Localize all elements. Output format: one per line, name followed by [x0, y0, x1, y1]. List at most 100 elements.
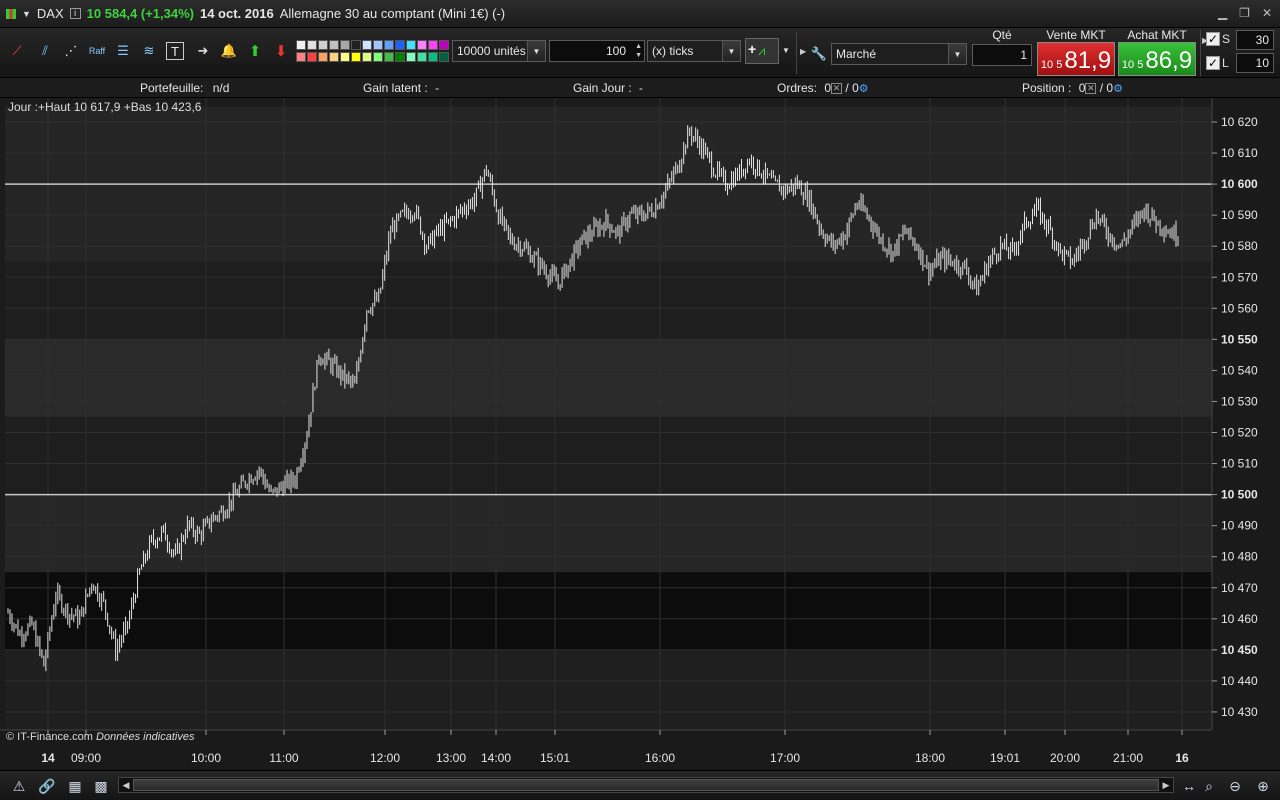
limit-input[interactable]: 10	[1236, 53, 1274, 73]
y-tick-label: 10 510	[1221, 457, 1258, 471]
restore-icon[interactable]: ❐	[1239, 6, 1250, 20]
symbol-label[interactable]: DAX	[37, 6, 64, 21]
palette-swatch[interactable]	[362, 52, 372, 62]
palette-swatch[interactable]	[318, 52, 328, 62]
portfolio-label: Portefeuille:	[140, 81, 204, 95]
palette-swatch[interactable]	[362, 40, 372, 50]
close-icon[interactable]: ✕	[1262, 6, 1272, 20]
limit-checkbox[interactable]: ✓	[1206, 56, 1220, 70]
minimize-icon[interactable]: ▁	[1218, 6, 1227, 20]
color-palette[interactable]	[296, 40, 450, 64]
chevron-down-icon[interactable]: ▼	[948, 44, 966, 64]
palette-swatch[interactable]	[351, 52, 361, 62]
palette-swatch[interactable]	[384, 52, 394, 62]
palette-swatch[interactable]	[296, 52, 306, 62]
text-tool-icon[interactable]: T	[166, 42, 184, 60]
copyright-text: © IT-Finance.com Données indicatives	[6, 731, 194, 743]
instrument-chart-icon[interactable]	[6, 8, 16, 19]
palette-swatch[interactable]	[340, 40, 350, 50]
palette-swatch[interactable]	[439, 40, 449, 50]
order-type-select[interactable]: Marché ▼	[831, 43, 967, 65]
line-tool-icon[interactable]: ⟋	[6, 40, 28, 62]
chart-style-button[interactable]: + ⩘	[745, 38, 779, 64]
expand-arrow-icon[interactable]: ▶	[800, 47, 806, 56]
palette-swatch[interactable]	[417, 52, 427, 62]
palette-swatch[interactable]	[439, 52, 449, 62]
scroll-right-icon[interactable]: ▶	[1159, 778, 1173, 792]
y-tick-label: 10 460	[1221, 612, 1258, 626]
y-tick-label: 10 560	[1221, 301, 1258, 315]
fibonacci-tool-icon[interactable]: ⋰	[60, 40, 82, 62]
zoom-in-icon[interactable]: ⊕	[1254, 777, 1272, 795]
zoom-fit-icon[interactable]: ⌕	[1200, 777, 1218, 795]
position-info[interactable]: Position : 0 ✕ / 0⚙	[1022, 81, 1123, 95]
chevron-down-icon[interactable]: ▼	[782, 46, 790, 55]
x-tick-label: 18:00	[915, 751, 945, 765]
screenshot-icon[interactable]: ▦	[66, 777, 84, 795]
palette-swatch[interactable]	[296, 40, 306, 50]
info-icon[interactable]: i	[69, 8, 81, 19]
palette-swatch[interactable]	[428, 52, 438, 62]
palette-swatch[interactable]	[417, 40, 427, 50]
record-icon[interactable]: ▩	[92, 777, 110, 795]
time-scrollbar[interactable]: ◀ ▶	[118, 777, 1174, 793]
scroll-left-icon[interactable]: ◀	[119, 778, 133, 792]
palette-swatch[interactable]	[340, 52, 350, 62]
ticks-unit-select[interactable]: (x) ticks ▼	[647, 40, 741, 62]
x-tick-label: 12:00	[370, 751, 400, 765]
buy-label: Achat MKT	[1127, 28, 1187, 42]
scrollbar-thumb[interactable]	[133, 779, 1159, 791]
stop-input[interactable]: 30	[1236, 30, 1274, 50]
gann-tool-icon[interactable]: ≋	[138, 40, 160, 62]
y-tick-label: 10 500	[1221, 488, 1258, 502]
palette-swatch[interactable]	[318, 40, 328, 50]
palette-swatch[interactable]	[329, 52, 339, 62]
palette-swatch[interactable]	[351, 40, 361, 50]
qty-input[interactable]: 1	[972, 44, 1032, 66]
sell-market-button[interactable]: 10 5 81,9	[1037, 42, 1115, 76]
stepper-arrows-icon[interactable]: ▲ ▼	[635, 42, 642, 60]
arrow-tool-icon[interactable]: ➜	[192, 40, 214, 62]
chevron-down-icon[interactable]: ▼	[527, 41, 545, 61]
orders-info[interactable]: Ordres: 0 ✕ / 0⚙	[777, 81, 869, 95]
cancel-orders-icon[interactable]: ✕	[831, 83, 843, 95]
portfolio-info: Portefeuille: n/d	[140, 81, 229, 95]
palette-swatch[interactable]	[406, 40, 416, 50]
palette-swatch[interactable]	[428, 40, 438, 50]
wrench-icon[interactable]: 🔧	[808, 43, 830, 65]
latent-gain-info: Gain latent : -	[363, 81, 439, 95]
retracement-tool-icon[interactable]: Raff	[86, 40, 108, 62]
fan-tool-icon[interactable]: ☰	[112, 40, 134, 62]
palette-swatch[interactable]	[373, 52, 383, 62]
trend-channel-icon[interactable]: ⫽	[34, 40, 56, 62]
y-tick-label: 10 610	[1221, 146, 1258, 160]
price-chart[interactable]: 10 430 10 440 10 450 10 460 10 470 10 480 10 4…	[0, 98, 1280, 770]
palette-swatch[interactable]	[395, 40, 405, 50]
gear-icon[interactable]: ⚙	[1113, 83, 1123, 95]
quantity-units-select[interactable]: 10000 unités ▼	[452, 40, 546, 62]
buy-arrow-icon[interactable]: ⬆	[244, 40, 266, 62]
close-position-icon[interactable]: ✕	[1085, 83, 1097, 95]
gear-icon[interactable]: ⚙	[859, 83, 869, 95]
palette-swatch[interactable]	[395, 52, 405, 62]
link-icon[interactable]: 🔗	[38, 777, 56, 795]
palette-swatch[interactable]	[307, 40, 317, 50]
alert-icon[interactable]: ⚠	[10, 777, 28, 795]
palette-swatch[interactable]	[307, 52, 317, 62]
symbol-dropdown-icon[interactable]: ▼	[22, 9, 31, 19]
alert-bell-icon[interactable]: 🔔	[218, 40, 240, 62]
palette-swatch[interactable]	[373, 40, 383, 50]
zoom-out-icon[interactable]: ⊖	[1226, 777, 1244, 795]
palette-swatch[interactable]	[384, 40, 394, 50]
chevron-down-icon[interactable]: ▼	[722, 41, 740, 61]
sell-arrow-icon[interactable]: ⬇	[270, 40, 292, 62]
palette-swatch[interactable]	[329, 40, 339, 50]
ticks-stepper[interactable]: 100 ▲ ▼	[549, 40, 645, 62]
y-tick-label: 10 600	[1221, 177, 1258, 191]
price-chart-area[interactable]: 10 430 10 440 10 450 10 460 10 470 10 480 10 4…	[0, 98, 1280, 770]
stop-checkbox[interactable]: ✓	[1206, 32, 1220, 46]
buy-market-button[interactable]: 10 5 86,9	[1118, 42, 1196, 76]
pan-icon[interactable]: ↔	[1180, 777, 1198, 795]
palette-swatch[interactable]	[406, 52, 416, 62]
ticks-stepper-value: 100	[605, 44, 626, 58]
